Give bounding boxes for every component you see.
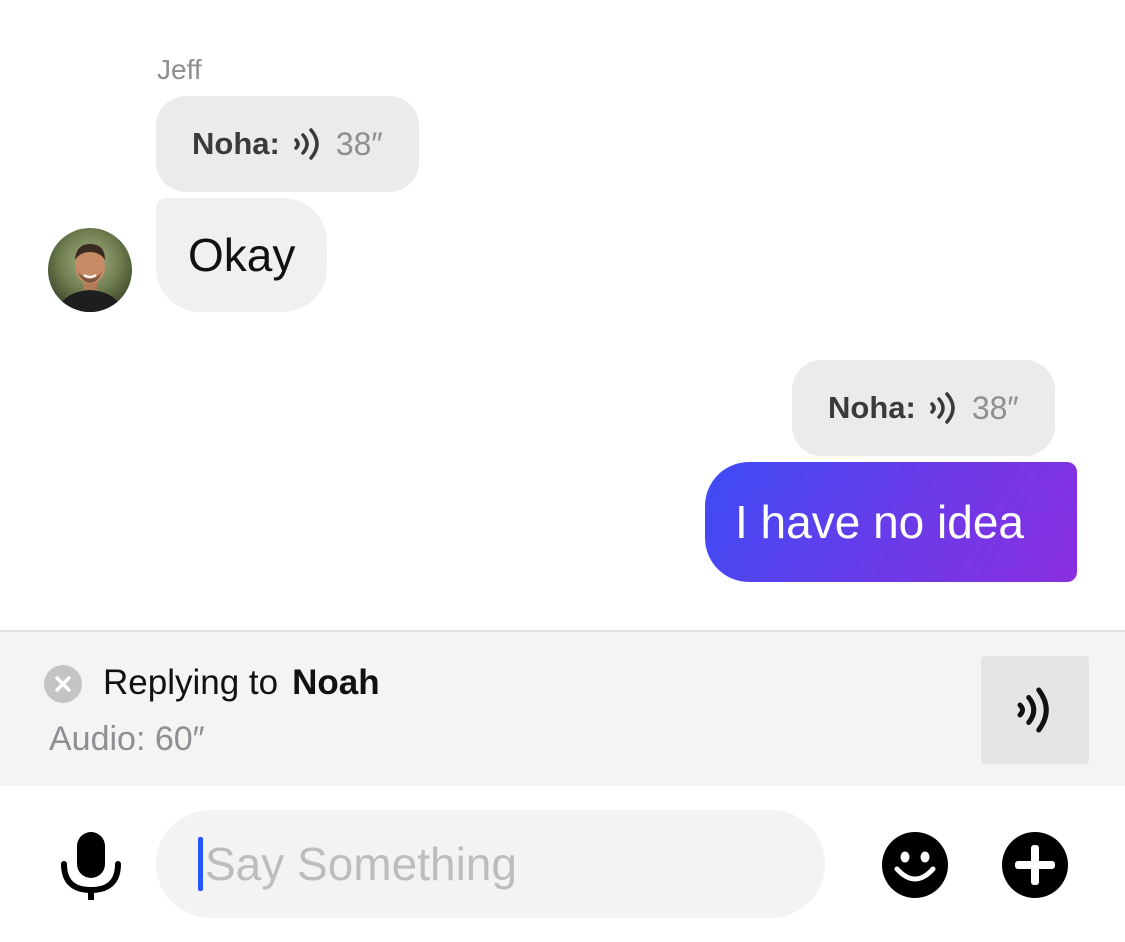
plus-icon[interactable] — [1001, 831, 1069, 899]
incoming-message[interactable]: Okay — [156, 198, 328, 312]
quote-duration: 38″ — [971, 389, 1019, 426]
text-caret — [198, 837, 203, 891]
input-placeholder: Say Something — [205, 838, 517, 890]
chat-area: Jeff Noha: 38″ Okay Noha: 38″ I have no … — [0, 0, 1125, 630]
microphone-glyph — [61, 832, 121, 900]
microphone-icon[interactable] — [58, 830, 124, 902]
incoming-quoted-audio[interactable]: Noha: 38″ — [156, 96, 419, 192]
quote-author: Noha: — [828, 390, 916, 425]
reply-subtitle: Audio: 60″ — [49, 720, 205, 758]
reply-preview-bar: Replying to Noah Audio: 60″ — [0, 630, 1125, 786]
message-input[interactable]: Say Something — [156, 810, 825, 918]
composer-bar: Say Something — [0, 786, 1125, 942]
reply-prefix: Replying to — [103, 663, 279, 702]
reply-target-name: Noah — [292, 663, 380, 702]
close-icon[interactable] — [44, 665, 82, 703]
avatar-image — [48, 228, 132, 312]
emoji-icon[interactable] — [881, 831, 949, 899]
sender-name: Jeff — [157, 54, 202, 85]
quote-duration: 38″ — [335, 125, 383, 162]
avatar[interactable] — [48, 228, 132, 312]
close-glyph — [55, 676, 71, 692]
audio-wave-icon — [930, 392, 955, 424]
reply-audio-thumbnail — [981, 656, 1089, 764]
reply-title: Replying to Noah — [103, 662, 380, 704]
audio-wave-icon — [294, 128, 319, 160]
audio-wave-icon — [1017, 687, 1049, 733]
quote-author: Noha: — [192, 126, 280, 161]
outgoing-quoted-audio[interactable]: Noha: 38″ — [792, 360, 1055, 456]
outgoing-message[interactable]: I have no idea — [705, 462, 1077, 582]
